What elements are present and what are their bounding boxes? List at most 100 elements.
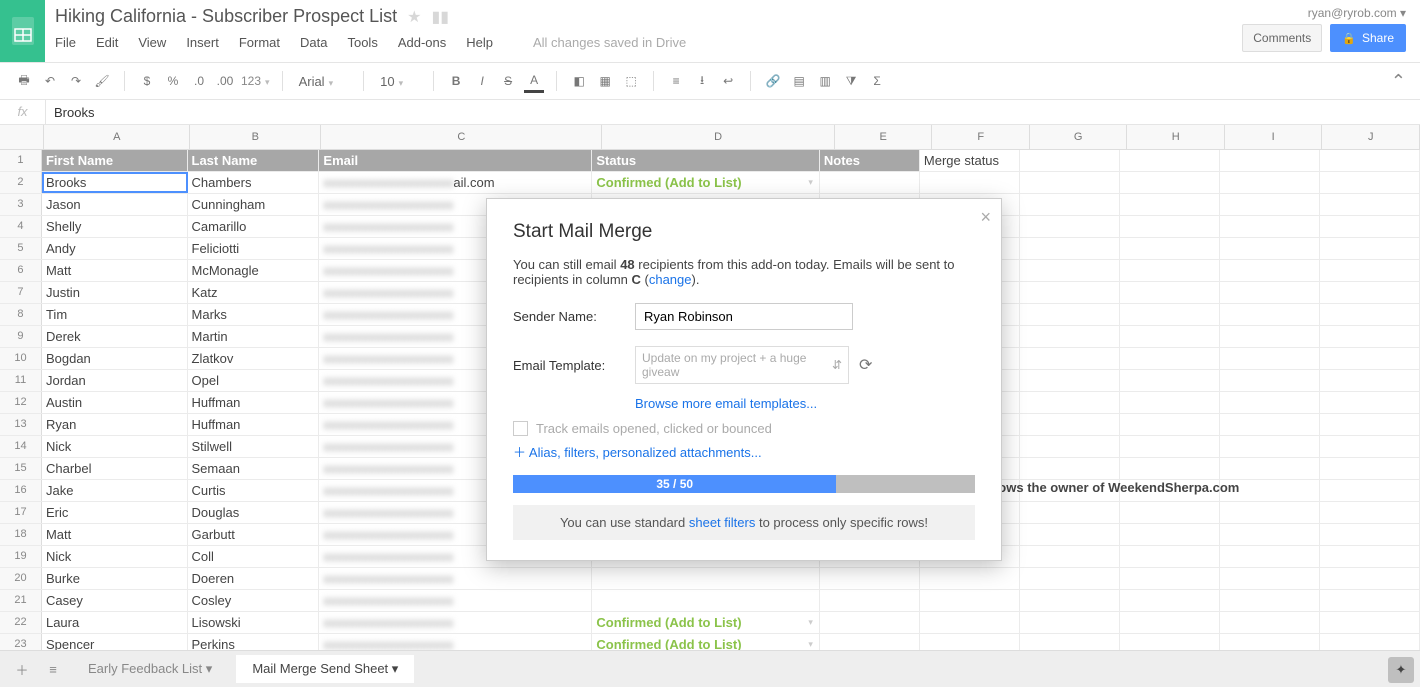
cell[interactable]: Tim [42,304,188,325]
cell[interactable] [1020,260,1120,281]
row-number[interactable]: 4 [0,216,42,237]
cell[interactable] [1220,282,1320,303]
app-icon[interactable] [0,0,45,62]
cell[interactable]: Derek [42,326,188,347]
cell[interactable] [1220,546,1320,567]
cell[interactable] [920,612,1020,633]
cell[interactable] [1220,348,1320,369]
cell[interactable] [1020,414,1120,435]
row-number[interactable]: 17 [0,502,42,523]
cell[interactable]: Jake [42,480,188,501]
menu-insert[interactable]: Insert [186,35,219,50]
cell[interactable]: Chambers [188,172,320,193]
cell[interactable]: Perkins [188,634,320,651]
cell[interactable] [1320,150,1420,171]
link-icon[interactable]: 🔗 [763,71,783,91]
cell[interactable] [1220,392,1320,413]
cell[interactable]: Lisowski [188,612,320,633]
cell[interactable] [1120,414,1220,435]
cell[interactable] [1220,216,1320,237]
row-number[interactable]: 11 [0,370,42,391]
cell[interactable] [820,172,920,193]
font-select[interactable]: Arial [295,72,352,91]
cell[interactable] [1320,282,1420,303]
halign-icon[interactable]: ≡ [666,71,686,91]
cell[interactable]: Nick [42,436,188,457]
cell[interactable] [1120,282,1220,303]
add-sheet-button[interactable]: ＋ [10,657,34,681]
merge-icon[interactable]: ⬚ [621,71,641,91]
cell[interactable]: Eric [42,502,188,523]
cell[interactable] [820,612,920,633]
cell[interactable]: Garbutt [188,524,320,545]
increase-decimal-icon[interactable]: .00 [215,71,235,91]
folder-icon[interactable]: ▮▮ [431,7,449,27]
comment-icon[interactable]: ▤ [789,71,809,91]
cell[interactable] [920,634,1020,651]
tab-mail-merge[interactable]: Mail Merge Send Sheet ▾ [236,655,414,683]
borders-icon[interactable]: ▦ [595,71,615,91]
cell[interactable] [820,568,920,589]
cell[interactable] [1220,194,1320,215]
star-icon[interactable]: ★ [407,7,421,27]
cell[interactable]: Spencer [42,634,188,651]
cell[interactable] [1020,150,1120,171]
cell[interactable]: Confirmed (Add to List) [592,172,819,193]
cell[interactable] [1320,326,1420,347]
cell[interactable]: Zlatkov [188,348,320,369]
cell[interactable] [1220,436,1320,457]
italic-icon[interactable]: I [472,71,492,91]
cell[interactable]: Douglas [188,502,320,523]
cell[interactable]: Status [592,150,819,171]
column-header[interactable]: F [932,125,1030,149]
cell[interactable]: Confirmed (Add to List) [592,612,819,633]
cell[interactable] [1120,502,1220,523]
cell[interactable] [1120,216,1220,237]
cell[interactable] [1320,370,1420,391]
text-color-icon[interactable]: A [524,70,544,93]
row-number[interactable]: 2 [0,172,42,193]
cell[interactable] [1320,612,1420,633]
cell[interactable]: Matt [42,260,188,281]
cell[interactable] [1220,260,1320,281]
row-number[interactable]: 14 [0,436,42,457]
chart-icon[interactable]: ▥ [815,71,835,91]
cell[interactable] [1020,612,1120,633]
cell[interactable] [1020,458,1120,479]
cell[interactable] [1020,634,1120,651]
cell[interactable] [1020,568,1120,589]
cell[interactable]: Doeren [188,568,320,589]
menu-add-ons[interactable]: Add-ons [398,35,446,50]
redo-icon[interactable]: ↷ [66,71,86,91]
cell[interactable]: Last Name [188,150,320,171]
cell[interactable] [1020,238,1120,259]
cell[interactable] [1220,150,1320,171]
cell[interactable] [1020,392,1120,413]
cell[interactable] [1020,348,1120,369]
cell[interactable]: Merge status [920,150,1020,171]
menu-format[interactable]: Format [239,35,280,50]
cell[interactable] [1020,216,1120,237]
menu-file[interactable]: File [55,35,76,50]
cell[interactable] [1120,546,1220,567]
cell[interactable] [1120,326,1220,347]
cell[interactable] [1220,458,1320,479]
cell[interactable] [820,634,920,651]
cell[interactable]: Austin [42,392,188,413]
cell[interactable]: Marks [188,304,320,325]
strike-icon[interactable]: S [498,71,518,91]
tab-early-feedback[interactable]: Early Feedback List ▾ [72,655,228,683]
column-header[interactable]: C [321,125,602,149]
row-number[interactable]: 7 [0,282,42,303]
cell[interactable] [1120,590,1220,611]
cell[interactable]: Huffman [188,392,320,413]
row-number[interactable]: 20 [0,568,42,589]
cell[interactable]: xxxxxxxxxxxxxxxxxxxxail.com [319,172,592,193]
cell[interactable] [1020,502,1120,523]
cell[interactable]: First Name [42,150,188,171]
cell[interactable]: Jordan [42,370,188,391]
cell[interactable]: Martin [188,326,320,347]
cell[interactable]: Brooks [42,172,188,193]
cell[interactable]: Coll [188,546,320,567]
number-format-dropdown[interactable]: 123 [241,74,270,88]
